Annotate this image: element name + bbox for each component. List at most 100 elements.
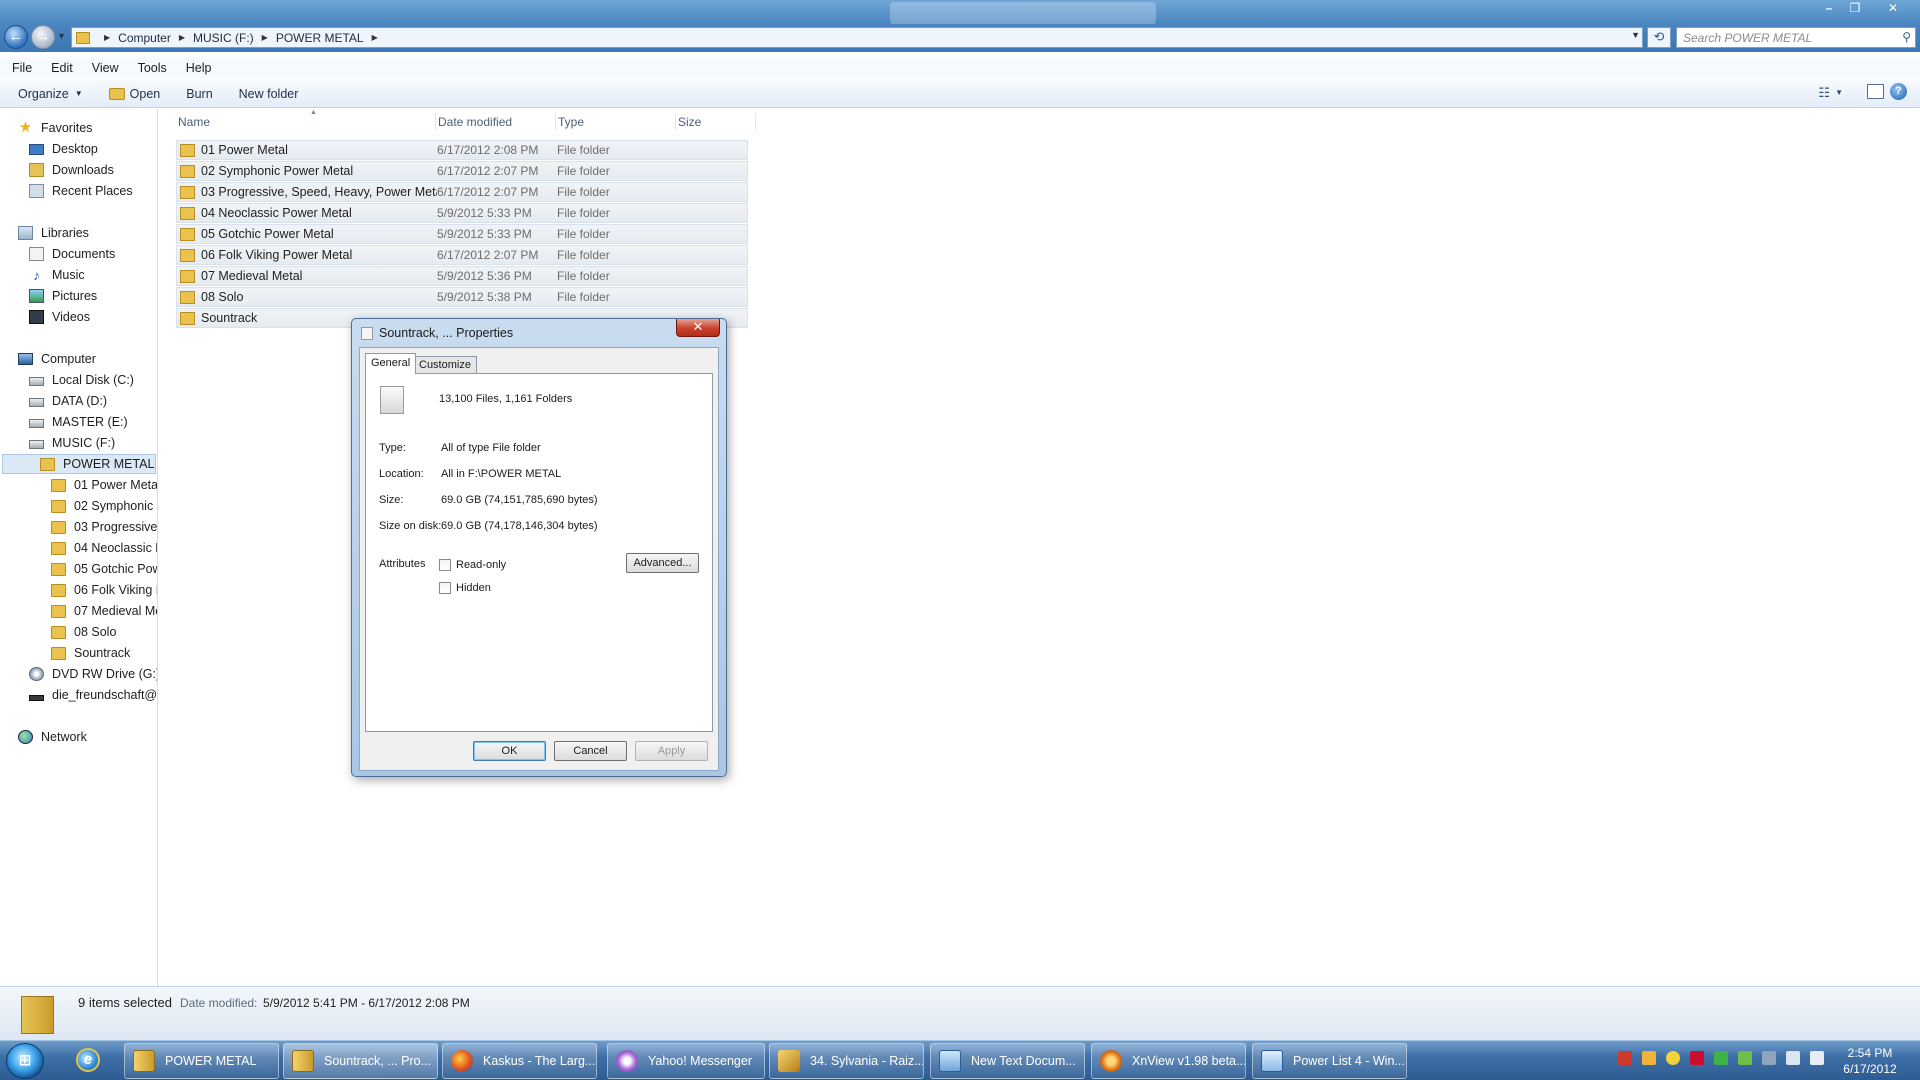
taskbar-item-firefox[interactable]: Kaskus - The Larg...: [442, 1043, 597, 1079]
nav-libraries[interactable]: Libraries: [18, 223, 89, 243]
nav-favorites[interactable]: ★ Favorites: [18, 118, 93, 138]
taskbar-item-notepad[interactable]: New Text Docum...: [930, 1043, 1085, 1079]
nav-network[interactable]: Network: [18, 727, 87, 747]
advanced-button[interactable]: Advanced...: [626, 553, 699, 573]
taskbar-item-winamp[interactable]: 34. Sylvania - Raiz...: [769, 1043, 924, 1079]
volume-icon[interactable]: [1810, 1051, 1824, 1065]
taskbar-item-power-metal[interactable]: POWER METAL: [124, 1043, 279, 1079]
column-header-size[interactable]: Size: [676, 113, 756, 131]
file-row[interactable]: 07 Medieval Metal 5/9/2012 5:36 PM File …: [176, 266, 748, 286]
breadcrumb-music-drive[interactable]: MUSIC (F:): [193, 31, 254, 45]
open-button[interactable]: Open: [108, 87, 160, 101]
minimize-button[interactable]: –: [1816, 0, 1842, 18]
nav-downloads[interactable]: Downloads: [29, 160, 114, 180]
file-row[interactable]: 02 Symphonic Power Metal 6/17/2012 2:07 …: [176, 161, 748, 181]
nav-subfolder[interactable]: 02 Symphonic P: [51, 496, 157, 516]
file-row[interactable]: 06 Folk Viking Power Metal 6/17/2012 2:0…: [176, 245, 748, 265]
readonly-label[interactable]: Read-only: [456, 559, 506, 571]
file-row[interactable]: 01 Power Metal 6/17/2012 2:08 PM File fo…: [176, 140, 748, 160]
tool-icon[interactable]: [1642, 1051, 1656, 1065]
nav-local-disk[interactable]: Local Disk (C:): [29, 370, 134, 390]
menu-view[interactable]: View: [92, 61, 119, 75]
file-row[interactable]: 05 Gotchic Power Metal 5/9/2012 5:33 PM …: [176, 224, 748, 244]
usb-icon[interactable]: [1738, 1051, 1752, 1065]
menu-file[interactable]: File: [12, 61, 32, 75]
taskbar-item-properties[interactable]: Sountrack, ... Pro...: [283, 1043, 438, 1079]
preview-pane-icon[interactable]: [1867, 84, 1884, 99]
media-icon[interactable]: [1690, 1051, 1704, 1065]
nav-pictures[interactable]: Pictures: [29, 286, 97, 306]
breadcrumb-power-metal[interactable]: POWER METAL: [276, 31, 364, 45]
file-row[interactable]: 04 Neoclassic Power Metal 5/9/2012 5:33 …: [176, 203, 748, 223]
nav-dvd-drive[interactable]: DVD RW Drive (G:) G: [29, 664, 157, 684]
refresh-button[interactable]: ⟲: [1647, 27, 1671, 48]
file-row[interactable]: 08 Solo 5/9/2012 5:38 PM File folder: [176, 287, 748, 307]
address-bar[interactable]: ▶ Computer ▶ MUSIC (F:) ▶ POWER METAL ▶ …: [71, 27, 1643, 48]
address-dropdown-icon[interactable]: ▼: [1631, 30, 1640, 40]
internet-explorer-pin[interactable]: e: [66, 1045, 110, 1077]
nav-desktop[interactable]: Desktop: [29, 139, 98, 159]
column-header-name[interactable]: Name: [176, 113, 436, 131]
nav-computer[interactable]: Computer: [18, 349, 96, 369]
nav-documents[interactable]: Documents: [29, 244, 115, 264]
menu-tools[interactable]: Tools: [138, 61, 167, 75]
taskbar-item-word[interactable]: Power List 4 - Win...: [1252, 1043, 1407, 1079]
back-button[interactable]: ←: [4, 25, 28, 49]
burn-button[interactable]: Burn: [186, 87, 212, 101]
nav-subfolder[interactable]: 05 Gotchic Powe: [51, 559, 157, 579]
chevron-right-icon[interactable]: ▶: [372, 33, 378, 42]
column-header-type[interactable]: Type: [556, 113, 676, 131]
nav-subfolder[interactable]: 03 Progressive, S: [51, 517, 157, 537]
tab-customize[interactable]: Customize: [413, 356, 477, 373]
taskbar-item-yahoo-messenger[interactable]: Yahoo! Messenger: [607, 1043, 765, 1079]
nav-network-drive[interactable]: die_freundschaft@li: [29, 685, 157, 705]
cancel-button[interactable]: Cancel: [554, 741, 627, 761]
apply-button[interactable]: Apply: [635, 741, 708, 761]
nav-subfolder[interactable]: 01 Power Metal: [51, 475, 157, 495]
nav-subfolder[interactable]: 04 Neoclassic Pc: [51, 538, 157, 558]
network-status-icon[interactable]: [1786, 1051, 1800, 1065]
nav-subfolder[interactable]: 06 Folk Viking Pc: [51, 580, 157, 600]
breadcrumb-computer[interactable]: Computer: [118, 31, 171, 45]
chevron-right-icon[interactable]: ▶: [262, 33, 268, 42]
organize-button[interactable]: Organize ▼: [18, 87, 83, 101]
recent-pages-dropdown-icon[interactable]: ▼: [57, 31, 66, 41]
nav-subfolder[interactable]: 07 Medieval Met: [51, 601, 157, 621]
hidden-checkbox[interactable]: [439, 582, 451, 594]
nav-power-metal[interactable]: POWER METAL: [40, 454, 154, 474]
start-button[interactable]: ⊞: [6, 1043, 44, 1079]
nav-master-drive[interactable]: MASTER (E:): [29, 412, 128, 432]
taskbar-item-xnview[interactable]: XnView v1.98 beta...: [1091, 1043, 1246, 1079]
forward-button[interactable]: →: [31, 25, 55, 49]
new-folder-button[interactable]: New folder: [239, 87, 299, 101]
nav-data-drive[interactable]: DATA (D:): [29, 391, 107, 411]
readonly-checkbox[interactable]: [439, 559, 451, 571]
nav-videos[interactable]: Videos: [29, 307, 90, 327]
change-view-icon[interactable]: ☷: [1818, 85, 1830, 101]
ok-button[interactable]: OK: [473, 741, 546, 761]
nav-music-drive[interactable]: MUSIC (F:): [29, 433, 115, 453]
chevron-right-icon[interactable]: ▶: [104, 33, 110, 42]
chevron-down-icon[interactable]: ▼: [1835, 88, 1843, 97]
chevron-right-icon[interactable]: ▶: [179, 33, 185, 42]
help-icon[interactable]: ?: [1890, 83, 1907, 100]
menu-help[interactable]: Help: [186, 61, 212, 75]
column-header-date-modified[interactable]: Date modified: [436, 113, 556, 131]
nav-subfolder[interactable]: Sountrack: [51, 643, 130, 663]
flag-icon[interactable]: [1714, 1051, 1728, 1065]
close-icon[interactable]: ✕: [676, 319, 720, 337]
nav-music[interactable]: ♪ Music: [29, 265, 85, 285]
search-icon[interactable]: ⚲: [1902, 30, 1911, 44]
close-window-button[interactable]: ✕: [1880, 0, 1906, 18]
tab-general[interactable]: General: [365, 353, 417, 374]
nav-recent-places[interactable]: Recent Places: [29, 181, 133, 201]
hidden-label[interactable]: Hidden: [456, 582, 491, 594]
system-clock[interactable]: 2:54 PM 6/17/2012: [1830, 1045, 1910, 1077]
action-center-icon[interactable]: [1762, 1051, 1776, 1065]
maximize-button[interactable]: ❐: [1842, 0, 1868, 18]
search-input[interactable]: Search POWER METAL ⚲: [1676, 27, 1916, 48]
file-row[interactable]: 03 Progressive, Speed, Heavy, Power Meta…: [176, 182, 748, 202]
menu-edit[interactable]: Edit: [51, 61, 73, 75]
smiley-icon[interactable]: [1666, 1051, 1680, 1065]
antivirus-shield-icon[interactable]: [1618, 1051, 1632, 1065]
